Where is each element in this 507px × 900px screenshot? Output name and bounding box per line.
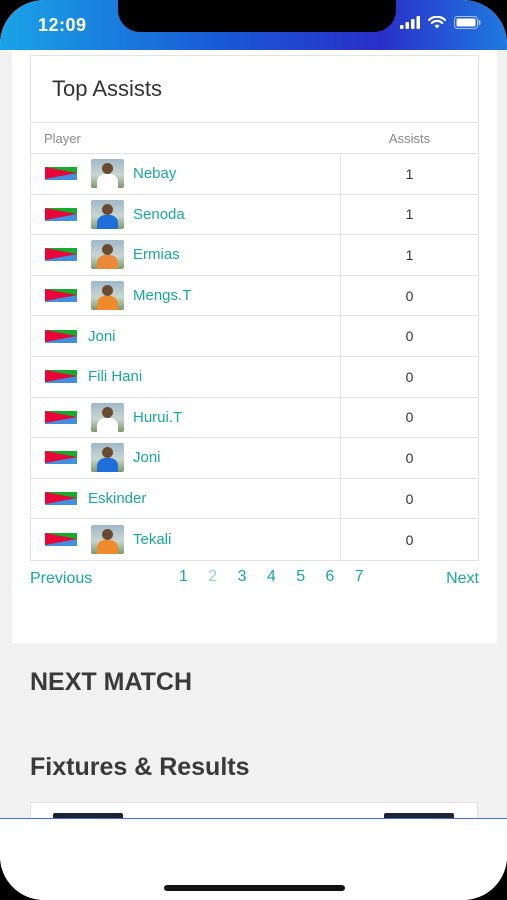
eritrea-flag-icon bbox=[45, 410, 77, 424]
player-photo bbox=[91, 525, 124, 555]
player-photo bbox=[91, 199, 124, 229]
page-number-link[interactable]: 1 bbox=[179, 568, 208, 586]
table-row[interactable]: Eskinder 0 bbox=[31, 478, 478, 520]
player-name-link[interactable]: Joni bbox=[133, 449, 161, 466]
player-cell: Nebay bbox=[31, 154, 341, 194]
column-header-player: Player bbox=[44, 130, 81, 146]
table-row[interactable]: Hurui.T 0 bbox=[31, 397, 478, 439]
player-photo bbox=[91, 240, 124, 270]
table-row[interactable]: Joni 0 bbox=[31, 438, 478, 479]
player-cell: Tekali bbox=[31, 519, 341, 560]
page-numbers: 1234567 bbox=[179, 568, 384, 586]
player-cell: Senoda bbox=[31, 194, 341, 235]
eritrea-flag-icon bbox=[45, 451, 77, 465]
player-photo bbox=[91, 281, 124, 311]
phone-screen: 12:09 Top Assists Player Assists Nebay 1… bbox=[0, 0, 507, 900]
table-row[interactable]: Joni 0 bbox=[31, 316, 478, 357]
player-photo bbox=[91, 159, 124, 189]
assists-value: 0 bbox=[405, 409, 414, 426]
scroll-content[interactable]: Top Assists Player Assists Nebay 1 Senoda 1… bbox=[0, 50, 507, 820]
home-indicator[interactable] bbox=[164, 885, 345, 891]
eritrea-flag-icon bbox=[45, 329, 77, 343]
signal-icon bbox=[400, 16, 420, 29]
next-match-heading: NEXT MATCH bbox=[30, 668, 193, 696]
table-row[interactable]: Mengs.T 0 bbox=[31, 275, 478, 317]
player-cell: Fili Hani bbox=[31, 356, 341, 397]
assists-value: 1 bbox=[405, 246, 414, 263]
player-name-link[interactable]: Fili Hani bbox=[88, 368, 142, 385]
player-cell: Mengs.T bbox=[31, 275, 341, 316]
status-bar: 12:09 bbox=[0, 0, 507, 50]
assists-value: 0 bbox=[405, 368, 414, 385]
player-name-link[interactable]: Nebay bbox=[133, 165, 176, 182]
battery-icon bbox=[454, 16, 481, 29]
assists-value: 0 bbox=[405, 328, 414, 345]
player-name-link[interactable]: Tekali bbox=[133, 531, 171, 548]
page-number-link[interactable]: 6 bbox=[325, 568, 354, 586]
eritrea-flag-icon bbox=[45, 492, 77, 506]
table-header: Player Assists bbox=[31, 123, 478, 154]
assists-value: 0 bbox=[405, 449, 414, 466]
player-name-link[interactable]: Eskinder bbox=[88, 490, 146, 507]
eritrea-flag-icon bbox=[45, 207, 77, 221]
previous-page-link[interactable]: Previous bbox=[30, 570, 92, 588]
page-number-link[interactable]: 7 bbox=[355, 568, 384, 586]
table-row[interactable]: Ermias 1 bbox=[31, 235, 478, 276]
eritrea-flag-icon bbox=[45, 248, 77, 262]
table-row[interactable]: Tekali 0 bbox=[31, 519, 478, 560]
eritrea-flag-icon bbox=[45, 167, 77, 181]
player-photo bbox=[91, 402, 124, 432]
player-photo bbox=[91, 443, 124, 473]
player-cell: Joni bbox=[31, 316, 341, 356]
column-header-assists: Assists bbox=[388, 130, 431, 146]
eritrea-flag-icon bbox=[45, 370, 77, 384]
assists-value: 0 bbox=[405, 531, 414, 548]
assists-value: 1 bbox=[405, 165, 414, 182]
wifi-icon bbox=[428, 16, 446, 29]
player-name-link[interactable]: Joni bbox=[88, 328, 116, 345]
status-time: 12:09 bbox=[38, 15, 87, 35]
player-name-link[interactable]: Hurui.T bbox=[133, 409, 182, 426]
card-title: Top Assists bbox=[31, 56, 478, 123]
next-page-link[interactable]: Next bbox=[446, 570, 479, 588]
assists-value: 0 bbox=[405, 287, 414, 304]
notch bbox=[118, 0, 396, 32]
fixtures-heading: Fixtures & Results bbox=[30, 753, 250, 781]
top-assists-card: Top Assists Player Assists Nebay 1 Senoda 1… bbox=[12, 50, 497, 643]
eritrea-flag-icon bbox=[45, 289, 77, 303]
player-name-link[interactable]: Senoda bbox=[133, 206, 185, 223]
pagination: Previous 1234567 Next bbox=[30, 568, 479, 590]
table-body: Nebay 1 Senoda 1 Ermias 1 Mengs.T 0 Joni 0 Fili Ha… bbox=[31, 154, 478, 560]
assists-value: 1 bbox=[405, 206, 414, 223]
player-name-link[interactable]: Mengs.T bbox=[133, 287, 191, 304]
table-row[interactable]: Fili Hani 0 bbox=[31, 356, 478, 398]
page-number-link[interactable]: 3 bbox=[238, 568, 267, 586]
page-number-link[interactable]: 5 bbox=[296, 568, 325, 586]
player-cell: Joni bbox=[31, 438, 341, 478]
table-row[interactable]: Nebay 1 bbox=[31, 154, 478, 195]
page-number-link[interactable]: 4 bbox=[267, 568, 296, 586]
player-cell: Ermias bbox=[31, 235, 341, 275]
table-row[interactable]: Senoda 1 bbox=[31, 194, 478, 236]
player-cell: Hurui.T bbox=[31, 397, 341, 438]
assists-value: 0 bbox=[405, 490, 414, 507]
eritrea-flag-icon bbox=[45, 533, 77, 547]
status-icons bbox=[400, 16, 481, 29]
assists-table: Top Assists Player Assists Nebay 1 Senoda 1… bbox=[30, 55, 479, 561]
player-name-link[interactable]: Ermias bbox=[133, 246, 180, 263]
page-number-link[interactable]: 2 bbox=[208, 568, 237, 586]
player-cell: Eskinder bbox=[31, 478, 341, 519]
